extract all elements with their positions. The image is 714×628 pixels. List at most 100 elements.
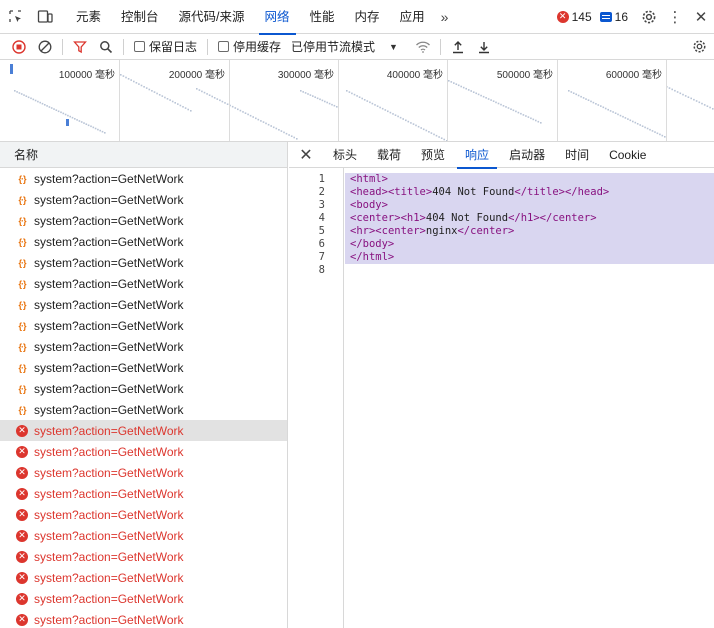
- request-row[interactable]: {·} system?action=GetNetWork: [0, 315, 287, 336]
- detail-tab-1[interactable]: 载荷: [367, 142, 411, 168]
- request-name: system?action=GetNetWork: [34, 171, 184, 186]
- request-row[interactable]: ✕ system?action=GetNetWork: [0, 546, 287, 567]
- detail-tab-4[interactable]: 启动器: [499, 142, 555, 168]
- error-count-badge[interactable]: ✕ 145: [556, 10, 592, 24]
- detail-tab-6[interactable]: Cookie: [599, 142, 656, 168]
- toolbar-divider: [207, 38, 209, 55]
- overview-request-mark: [644, 126, 646, 129]
- detail-tab-5[interactable]: 时间: [555, 142, 599, 168]
- more-tabs-button[interactable]: »: [435, 9, 455, 25]
- overview-request-mark: [346, 90, 348, 92]
- tab-0[interactable]: 元素: [66, 0, 111, 34]
- overview-request-mark: [184, 107, 187, 109]
- checkbox-box[interactable]: [134, 41, 145, 52]
- request-row[interactable]: ✕ system?action=GetNetWork: [0, 462, 287, 483]
- filter-icon[interactable]: [67, 34, 93, 60]
- overview-request-mark: [433, 133, 435, 136]
- preserve-log-checkbox[interactable]: 保留日志: [134, 38, 197, 55]
- name-column-header[interactable]: 名称: [0, 142, 288, 168]
- overview-request-mark: [425, 129, 428, 132]
- tab-1[interactable]: 控制台: [111, 0, 169, 34]
- close-detail-icon[interactable]: ✕: [289, 145, 323, 165]
- overview-request-mark: [693, 98, 695, 101]
- request-row[interactable]: ✕ system?action=GetNetWork: [0, 588, 287, 609]
- device-toolbar-icon[interactable]: [30, 0, 60, 34]
- error-status-icon: ✕: [16, 487, 28, 500]
- more-options-icon[interactable]: ⋮: [662, 0, 688, 34]
- search-icon[interactable]: [93, 34, 119, 60]
- import-har-upload-icon[interactable]: [445, 34, 471, 60]
- overview-request-mark: [363, 99, 366, 101]
- tab-6[interactable]: 应用: [390, 0, 435, 34]
- detail-tab-3[interactable]: 响应: [455, 142, 499, 169]
- request-name: system?action=GetNetWork: [34, 423, 184, 438]
- tab-5[interactable]: 内存: [345, 0, 390, 34]
- settings-gear-icon[interactable]: [636, 0, 662, 34]
- export-har-download-icon[interactable]: [471, 34, 497, 60]
- overview-request-mark: [234, 107, 237, 109]
- request-row[interactable]: ✕ system?action=GetNetWork: [0, 420, 287, 441]
- overview-request-mark: [517, 111, 520, 114]
- request-row[interactable]: {·} system?action=GetNetWork: [0, 189, 287, 210]
- record-stop-icon[interactable]: [6, 34, 32, 60]
- message-count-badge[interactable]: 16: [599, 10, 628, 24]
- overview-request-mark: [201, 90, 203, 93]
- overview-request-mark: [575, 93, 577, 96]
- line-number: 3: [318, 199, 325, 211]
- disable-cache-checkbox[interactable]: 停用缓存: [218, 38, 281, 55]
- request-row[interactable]: ✕ system?action=GetNetWork: [0, 483, 287, 504]
- response-viewer[interactable]: 12345678 <html> <head><title>404 Not Foun…: [289, 168, 714, 628]
- network-settings-gear-icon[interactable]: [686, 34, 712, 60]
- network-overview-timeline[interactable]: 100000 毫秒 200000 毫秒 300000 毫秒 400000 毫秒 5000…: [0, 60, 714, 142]
- fetch-xhr-icon: {·}: [18, 320, 26, 331]
- overview-request-mark: [25, 95, 28, 97]
- checkbox-box[interactable]: [218, 41, 230, 52]
- request-row[interactable]: {·} system?action=GetNetWork: [0, 399, 287, 420]
- request-row[interactable]: {·} system?action=GetNetWork: [0, 273, 287, 294]
- overview-request-mark: [104, 132, 106, 134]
- detail-tab-2[interactable]: 预览: [411, 142, 455, 168]
- request-row[interactable]: {·} system?action=GetNetWork: [0, 252, 287, 273]
- overview-request-mark: [48, 106, 51, 108]
- overview-gridline: [666, 60, 667, 141]
- overview-gridline: [447, 60, 448, 141]
- request-row[interactable]: {·} system?action=GetNetWork: [0, 294, 287, 315]
- detail-tab-0[interactable]: 标头: [323, 142, 367, 168]
- overview-request-mark: [143, 86, 145, 88]
- inspect-element-icon[interactable]: [0, 0, 30, 34]
- request-row[interactable]: {·} system?action=GetNetWork: [0, 336, 287, 357]
- close-devtools-icon[interactable]: ✕: [688, 0, 714, 34]
- overview-request-mark: [272, 126, 275, 129]
- tab-4[interactable]: 性能: [300, 0, 345, 34]
- tab-2[interactable]: 源代码/来源: [169, 0, 255, 34]
- request-row[interactable]: {·} system?action=GetNetWork: [0, 210, 287, 231]
- overview-request-mark: [440, 137, 443, 139]
- request-row[interactable]: ✕ system?action=GetNetWork: [0, 609, 287, 628]
- network-toolbar: 保留日志 停用缓存 已停用节流模式 ▼: [0, 34, 714, 60]
- overview-request-mark: [482, 95, 485, 98]
- throttle-select[interactable]: 已停用节流模式 ▼: [291, 38, 398, 55]
- request-row[interactable]: ✕ system?action=GetNetWork: [0, 504, 287, 525]
- error-status-icon: ✕: [16, 424, 28, 437]
- overview-request-mark: [358, 96, 361, 98]
- overview-request-mark: [138, 83, 140, 85]
- overview-request-mark: [156, 92, 158, 95]
- message-icon: [599, 11, 612, 22]
- clear-icon[interactable]: [32, 34, 58, 60]
- overview-request-mark: [319, 98, 321, 101]
- network-conditions-wifi-icon[interactable]: [410, 34, 436, 60]
- request-row[interactable]: {·} system?action=GetNetWork: [0, 168, 287, 189]
- overview-request-mark: [101, 130, 104, 133]
- request-row[interactable]: ✕ system?action=GetNetWork: [0, 441, 287, 462]
- throttle-label: 已停用节流模式: [291, 40, 376, 54]
- overview-request-mark: [348, 91, 351, 93]
- overview-request-mark: [244, 112, 247, 114]
- overview-request-mark: [379, 106, 381, 109]
- request-row[interactable]: {·} system?action=GetNetWork: [0, 357, 287, 378]
- request-row[interactable]: {·} system?action=GetNetWork: [0, 378, 287, 399]
- request-row[interactable]: ✕ system?action=GetNetWork: [0, 567, 287, 588]
- tab-3[interactable]: 网络: [255, 0, 300, 35]
- code-line: <head><title>404 Not Found</title></head…: [345, 186, 714, 199]
- request-row[interactable]: ✕ system?action=GetNetWork: [0, 525, 287, 546]
- request-row[interactable]: {·} system?action=GetNetWork: [0, 231, 287, 252]
